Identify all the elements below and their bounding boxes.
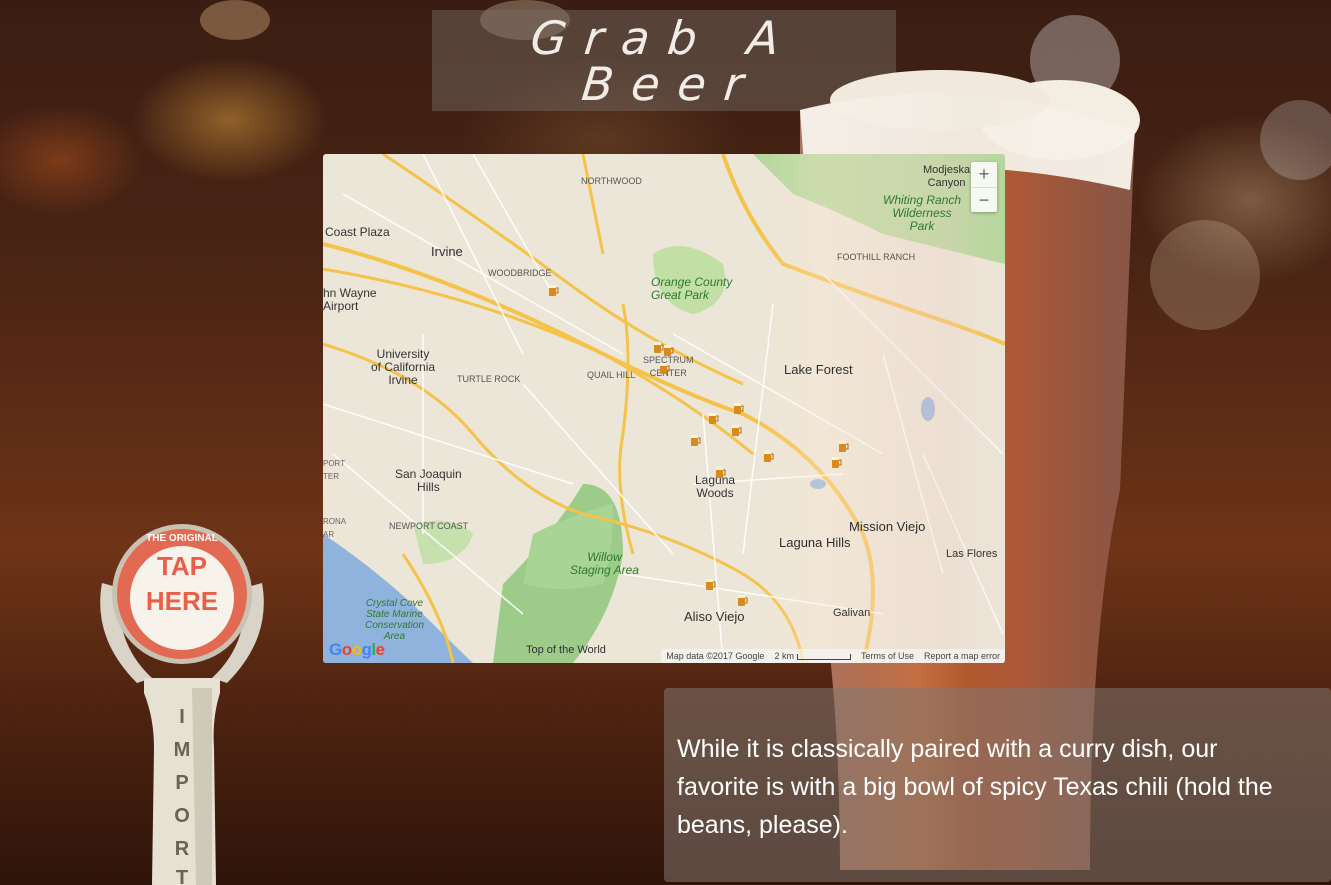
tap-handle-letter: T — [176, 867, 188, 885]
bokeh-light — [1260, 100, 1331, 180]
tap-label-line1: TAP — [157, 551, 207, 581]
map-label-aliso-viejo: Aliso Viejo — [684, 609, 745, 624]
map-label-mission-viejo: Mission Viejo — [849, 519, 926, 534]
map-label-quail-hill: QUAIL HILL — [587, 370, 636, 380]
description-text: While it is classically paired with a cu… — [677, 735, 1273, 839]
map-label-newport-coast: NEWPORT COAST — [389, 521, 469, 531]
map-label-galivan: Galivan — [833, 607, 871, 619]
tap-label-line2: HERE — [146, 586, 218, 616]
map-label-las-flores: Las Flores — [946, 548, 998, 560]
beer-marker-icon[interactable] — [838, 440, 849, 453]
terms-of-use-link[interactable]: Terms of Use — [861, 651, 914, 661]
map-data-attribution: Map data ©2017 Google — [666, 651, 765, 661]
map-label-university: University of California Irvine — [371, 347, 436, 387]
beer-marker-icon[interactable] — [715, 466, 726, 479]
map-label-lake-forest: Lake Forest — [784, 362, 853, 377]
map-label-great-park: Orange County Great Park — [651, 275, 733, 302]
title-line-2: Beer — [579, 56, 765, 111]
beer-marker-icon[interactable] — [690, 434, 701, 447]
map-label-rona: RONA AR — [323, 517, 347, 539]
map-label-crystal-cove: Crystal Cove State Marine Conservation A… — [365, 598, 424, 642]
tap-handle-letter: R — [175, 838, 190, 860]
beer-marker-icon[interactable] — [831, 456, 842, 469]
bokeh-light — [1150, 220, 1260, 330]
map-view[interactable]: Irvine Coast Plaza hn Wayne Airport Univ… — [323, 154, 1005, 663]
zoom-control: + − — [971, 162, 997, 212]
tap-handle-letter: I — [179, 706, 185, 728]
map-label-northwood: NORTHWOOD — [581, 176, 642, 186]
google-logo[interactable]: Google — [329, 640, 385, 660]
zoom-out-button[interactable]: − — [971, 187, 997, 212]
map-label-willow: Willow Staging Area — [570, 550, 639, 577]
map-label-modjeska: Modjeska Canyon — [923, 164, 971, 189]
title-line-1: Grab A — [528, 10, 800, 65]
beer-marker-icon[interactable] — [708, 412, 719, 425]
map-label-top-of-world: Top of the World — [526, 644, 606, 656]
map-label-foothill-ranch: FOOTHILL RANCH — [837, 252, 916, 262]
beer-marker-icon[interactable] — [731, 424, 742, 437]
beer-marker-icon[interactable] — [763, 450, 774, 463]
tap-handle-letter: O — [174, 805, 190, 827]
map-footer: Map data ©2017 Google 2 km Terms of Use … — [661, 649, 1005, 663]
map-scale[interactable]: 2 km — [774, 651, 851, 661]
zoom-in-button[interactable]: + — [971, 162, 997, 187]
map-label-turtle-rock: TURTLE ROCK — [457, 374, 521, 384]
tap-ring-text: THE ORIGINAL — [146, 533, 218, 544]
map-label-port: PORT TER — [323, 459, 346, 481]
tap-here-button[interactable]: THE ORIGINAL TAP HERE I M P O R T — [92, 518, 272, 885]
map-label-san-joaquin: San Joaquin Hills — [395, 467, 462, 494]
map-label-woodbridge: WOODBRIDGE — [488, 268, 552, 278]
description-panel: While it is classically paired with a cu… — [664, 688, 1331, 882]
bokeh-light — [200, 0, 270, 40]
report-map-error-link[interactable]: Report a map error — [924, 651, 1000, 661]
map-label-whiting-ranch: Whiting Ranch Wilderness Park — [883, 193, 962, 233]
beer-marker-icon[interactable] — [659, 362, 670, 375]
map-label-laguna-hills: Laguna Hills — [779, 535, 851, 550]
beer-marker-icon[interactable] — [737, 594, 748, 607]
map-label-airport: hn Wayne Airport — [323, 286, 377, 313]
map-label-irvine: Irvine — [431, 244, 463, 259]
tap-handle-letter: P — [175, 772, 188, 794]
beer-marker-icon[interactable] — [548, 284, 559, 297]
beer-marker-icon[interactable] — [705, 578, 716, 591]
beer-marker-icon[interactable] — [733, 402, 744, 415]
beer-marker-icon[interactable] — [663, 344, 674, 357]
map-label-coast-plaza: Coast Plaza — [325, 225, 390, 239]
tap-handle-letter: M — [174, 739, 191, 761]
